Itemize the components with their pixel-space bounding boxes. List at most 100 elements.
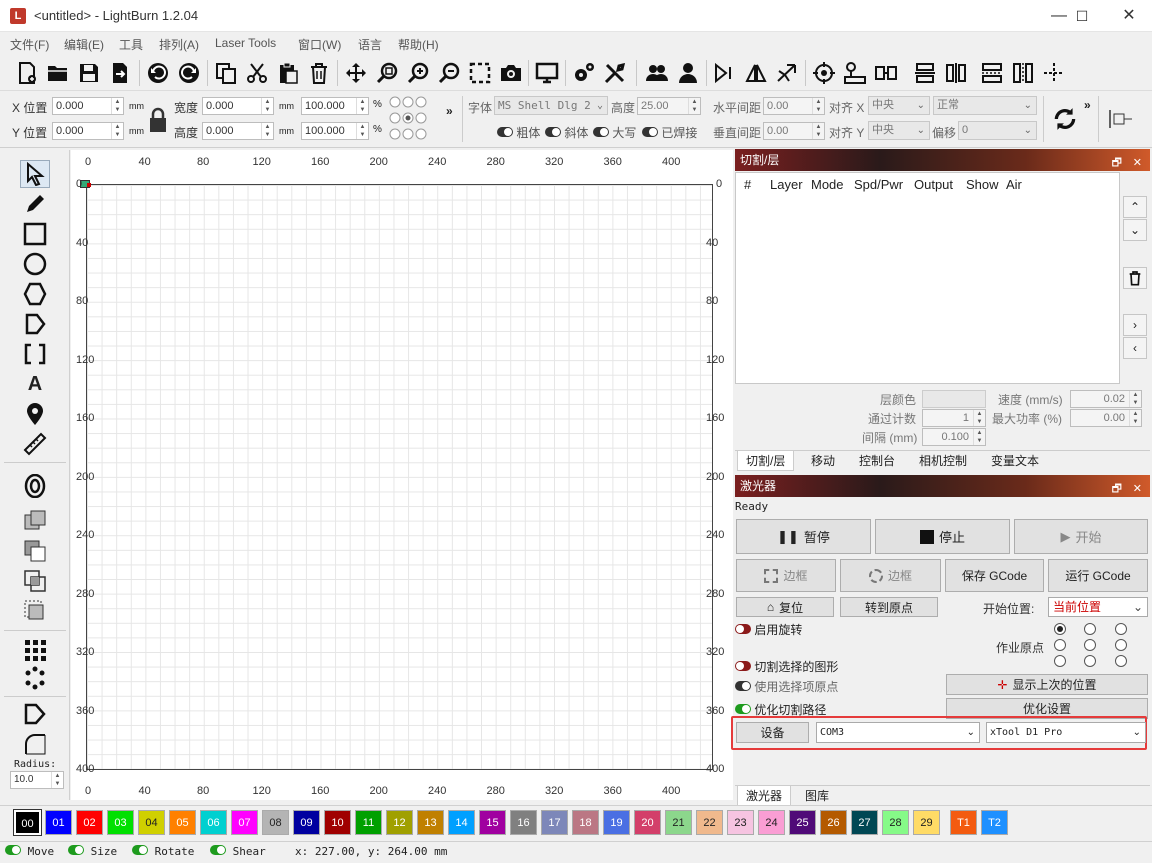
corner-edit-icon[interactable] xyxy=(20,700,50,728)
anchor-grid[interactable] xyxy=(388,95,428,141)
palette-swatch-05[interactable]: 05 xyxy=(169,810,196,835)
origin-radio-bl[interactable] xyxy=(1054,655,1066,667)
origin-radio-mr[interactable] xyxy=(1115,639,1127,651)
menu-edit[interactable]: 编辑(E) xyxy=(64,36,104,53)
max-power-input[interactable]: 0.00 ▲ ▼ xyxy=(1070,409,1142,427)
use-selection-origin-toggle[interactable]: 使用选择项原点 xyxy=(735,678,838,695)
target-icon[interactable] xyxy=(809,58,839,88)
redo-icon[interactable] xyxy=(174,58,204,88)
palette-swatch-10[interactable]: 10 xyxy=(324,810,351,835)
devices-button[interactable]: 设备 xyxy=(736,722,809,743)
zoom-out-icon[interactable] xyxy=(434,58,464,88)
palette-swatch-02[interactable]: 02 xyxy=(76,810,103,835)
menu-window[interactable]: 窗口(W) xyxy=(298,36,341,53)
interval-input[interactable]: 0.100 ▲ ▼ xyxy=(922,428,986,446)
align-top-icon[interactable] xyxy=(910,58,940,88)
font-select[interactable]: MS Shell Dlg 2 ⌄ xyxy=(494,96,608,115)
pentagon-icon[interactable] xyxy=(20,310,50,338)
copy-icon[interactable] xyxy=(211,58,241,88)
layers-table[interactable] xyxy=(735,172,1120,384)
size-mode-toggle[interactable]: Size xyxy=(68,845,117,858)
undo-icon[interactable] xyxy=(143,58,173,88)
palette-swatch-09[interactable]: 09 xyxy=(293,810,320,835)
palette-swatch-26[interactable]: 26 xyxy=(820,810,847,835)
tab-cuts-layers[interactable]: 切割/层 xyxy=(737,451,795,471)
menu-help[interactable]: 帮助(H) xyxy=(398,36,439,53)
align-y-select[interactable]: 中央 ⌄ xyxy=(868,121,930,140)
mirror-v-icon[interactable] xyxy=(741,58,771,88)
palette-swatch-13[interactable]: 13 xyxy=(417,810,444,835)
h-spacing-input[interactable]: 0.00 ▲ ▼ xyxy=(763,97,825,115)
palette-swatch-08[interactable]: 08 xyxy=(262,810,289,835)
polygon-icon[interactable] xyxy=(20,280,50,308)
uppercase-toggle[interactable]: 大写 xyxy=(593,124,636,141)
text-height-input[interactable]: 25.00 ▲ ▼ xyxy=(637,97,701,115)
origin-radio-bc[interactable] xyxy=(1084,655,1096,667)
text-tool-icon[interactable]: A xyxy=(20,370,50,398)
save-gcode-button[interactable]: 保存 GCode xyxy=(945,559,1044,592)
ruler-measure-icon[interactable] xyxy=(20,430,50,458)
float-panel-icon[interactable]: 🗗 xyxy=(1112,478,1122,500)
grid-array-icon[interactable] xyxy=(20,636,50,664)
rotate-arrow-icon[interactable] xyxy=(772,58,802,88)
pen-draw-icon[interactable] xyxy=(20,190,50,218)
expand-chevron-icon[interactable]: » xyxy=(446,104,453,118)
palette-swatch-19[interactable]: 19 xyxy=(603,810,630,835)
palette-swatch-27[interactable]: 27 xyxy=(851,810,878,835)
palette-swatch-15[interactable]: 15 xyxy=(479,810,506,835)
tab-move[interactable]: 移动 xyxy=(811,452,835,469)
boolean-intersect-icon[interactable] xyxy=(20,567,50,595)
frame-button-2[interactable]: 边框 xyxy=(840,559,941,592)
palette-swatch-29[interactable]: 29 xyxy=(913,810,940,835)
device-select[interactable]: xTool D1 Pro ⌄ xyxy=(986,722,1146,743)
offset-select[interactable]: 0 ⌄ xyxy=(958,121,1037,140)
move-layer-up-button[interactable]: ⌃ xyxy=(1123,196,1147,218)
refresh-cycle-icon[interactable] xyxy=(1052,106,1078,132)
frame-selection-icon[interactable] xyxy=(465,58,495,88)
palette-swatch-04[interactable]: 04 xyxy=(138,810,165,835)
cut-selected-toggle[interactable]: 切割选择的图形 xyxy=(735,658,838,675)
menu-arrange[interactable]: 排列(A) xyxy=(159,36,199,53)
welded-toggle[interactable]: 已焊接 xyxy=(642,124,697,141)
palette-swatch-01[interactable]: 01 xyxy=(45,810,72,835)
align-tool-icon[interactable] xyxy=(1108,108,1134,130)
port-select[interactable]: COM3 ⌄ xyxy=(816,722,980,743)
menu-tools[interactable]: 工具 xyxy=(119,36,143,53)
shear-mode-toggle[interactable]: Shear xyxy=(210,845,266,858)
expand-right-button[interactable]: › xyxy=(1123,314,1147,336)
monitor-icon[interactable] xyxy=(532,58,562,88)
palette-swatch-11[interactable]: 11 xyxy=(355,810,382,835)
lock-icon[interactable] xyxy=(148,107,168,133)
bold-toggle[interactable]: 粗体 xyxy=(497,124,540,141)
palette-swatch-03[interactable]: 03 xyxy=(107,810,134,835)
move-mode-toggle[interactable]: Move xyxy=(5,845,54,858)
run-gcode-button[interactable]: 运行 GCode xyxy=(1048,559,1148,592)
palette-swatch-16[interactable]: 16 xyxy=(510,810,537,835)
palette-swatch-23[interactable]: 23 xyxy=(727,810,754,835)
palette-swatch-00[interactable]: 00 xyxy=(13,809,42,836)
origin-radio-tr[interactable] xyxy=(1115,623,1127,635)
show-last-position-button[interactable]: ✛ 显示上次的位置 xyxy=(946,674,1148,695)
palette-swatch-14[interactable]: 14 xyxy=(448,810,475,835)
palette-swatch-06[interactable]: 06 xyxy=(200,810,227,835)
palette-swatch-28[interactable]: 28 xyxy=(882,810,909,835)
move-layer-down-button[interactable]: ⌄ xyxy=(1123,219,1147,241)
circular-array-icon[interactable] xyxy=(20,664,50,692)
center-cross-icon[interactable] xyxy=(1039,58,1069,88)
menu-laser-tools[interactable]: Laser Tools xyxy=(215,36,276,50)
ellipse-icon[interactable] xyxy=(20,250,50,278)
tab-library[interactable]: 图库 xyxy=(805,787,829,804)
bracket-shape-icon[interactable] xyxy=(20,340,50,368)
float-panel-icon[interactable]: 🗗 xyxy=(1112,152,1122,174)
pause-button[interactable]: ❚❚ 暂停 xyxy=(736,519,871,554)
palette-swatch-25[interactable]: 25 xyxy=(789,810,816,835)
select-arrow-icon[interactable] xyxy=(20,160,50,188)
align-middle-icon[interactable] xyxy=(941,58,971,88)
group-icon[interactable] xyxy=(642,58,672,88)
palette-swatch-T1[interactable]: T1 xyxy=(950,810,977,835)
save-icon[interactable] xyxy=(74,58,104,88)
mirror-h-icon[interactable] xyxy=(710,58,740,88)
import-icon[interactable] xyxy=(105,58,135,88)
settings-gears-icon[interactable] xyxy=(569,58,599,88)
zoom-in-icon[interactable] xyxy=(403,58,433,88)
